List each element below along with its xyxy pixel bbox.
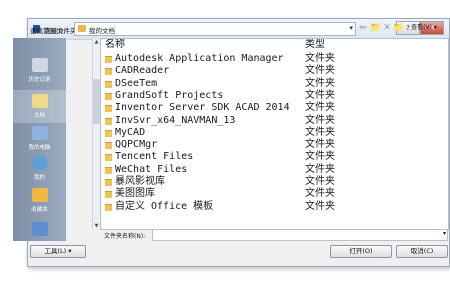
column-header-name[interactable]: 名称 xyxy=(105,39,125,51)
folder-icon xyxy=(105,56,112,63)
scroll-up-icon[interactable]: ▲ xyxy=(93,39,100,45)
list-item[interactable]: Autodesk Application Manager 文件夹 xyxy=(101,53,448,65)
places-scrollbar[interactable]: ▲ ▼ xyxy=(92,39,100,229)
list-item[interactable]: WeChat Files 文件夹 xyxy=(101,164,448,176)
filename-input[interactable]: ▾ xyxy=(152,229,448,241)
place-computer[interactable]: 我的电脑 xyxy=(13,126,66,151)
file-name: GrandSoft Projects xyxy=(115,89,224,101)
network-icon xyxy=(31,156,48,170)
history-icon xyxy=(31,58,48,72)
lookin-label: 查找范围(I): xyxy=(30,27,66,35)
new-folder-button[interactable]: 📁 xyxy=(393,22,404,34)
lookin-value: 我的文档 xyxy=(89,27,115,35)
list-item[interactable]: 美图图库 文件夹 xyxy=(101,188,448,200)
places-bar: 历史记录 文档 我的电脑 我的 收藏夹 xyxy=(13,38,66,241)
list-item[interactable]: Tencent Files 文件夹 xyxy=(101,151,448,163)
file-name: Inventor Server SDK ACAD 2014 xyxy=(115,102,290,114)
file-name: Tencent Files xyxy=(115,151,194,163)
folder-icon xyxy=(105,166,112,174)
chevron-down-icon: ▾ xyxy=(349,24,353,32)
up-folder-button[interactable]: 📁 xyxy=(370,22,381,34)
folder-icon xyxy=(105,142,112,150)
file-name: QQPCMgr xyxy=(115,139,158,151)
folder-icon xyxy=(105,105,112,113)
documents-icon xyxy=(31,94,48,108)
place-label: 我的 xyxy=(33,175,45,181)
folder-icon xyxy=(105,179,112,186)
place-documents[interactable]: 文档 xyxy=(13,90,66,123)
open-button[interactable]: 打开(O) xyxy=(330,245,392,258)
file-type: 文件夹 xyxy=(305,163,335,175)
cancel-button[interactable]: 取消(C) xyxy=(396,245,448,258)
folder-icon xyxy=(105,68,112,76)
file-name: DSeeTem xyxy=(115,77,158,89)
file-type: 文件夹 xyxy=(305,151,335,163)
file-name: Autodesk Application Manager xyxy=(115,53,284,64)
file-name: 暴风影视库 xyxy=(115,176,165,187)
list-item[interactable]: InvSvr_x64_NAVMAN_13 文件夹 xyxy=(101,115,448,127)
list-item[interactable]: CADReader 文件夹 xyxy=(101,65,448,77)
file-name: 自定义 Office 模板 xyxy=(115,200,214,212)
place-label: 历史记录 xyxy=(28,77,51,83)
sort-arrow-icon: ^ xyxy=(297,38,302,44)
delete-button[interactable]: ✕ xyxy=(382,22,392,34)
file-list: 名称 ^ 类型 Autodesk Application Manager 文件夹 C… xyxy=(100,38,449,230)
list-item[interactable]: QQPCMgr 文件夹 xyxy=(101,139,448,151)
list-item[interactable]: MyCAD 文件夹 xyxy=(101,127,448,139)
desktop-icon xyxy=(31,222,48,236)
file-name: WeChat Files xyxy=(115,163,188,175)
lookin-dropdown[interactable]: 我的文档 ▾ xyxy=(74,22,356,36)
column-header-type[interactable]: 类型 xyxy=(305,39,325,51)
views-button[interactable]: 查看(V) ▾ xyxy=(404,22,444,34)
favorites-icon xyxy=(31,188,48,202)
file-type: 文件夹 xyxy=(305,53,335,64)
chevron-down-icon: ▾ xyxy=(442,230,446,237)
file-type: 文件夹 xyxy=(305,65,335,77)
back-button[interactable]: ⇦ xyxy=(357,22,369,34)
filename-label: 文件夹名称(N): xyxy=(104,233,146,240)
file-type: 文件夹 xyxy=(305,139,335,151)
folder-icon xyxy=(105,191,112,199)
list-item[interactable]: Inventor Server SDK ACAD 2014 文件夹 xyxy=(101,102,448,114)
place-network[interactable]: 我的 xyxy=(13,156,66,181)
place-history[interactable]: 历史记录 xyxy=(13,58,66,83)
folder-icon xyxy=(78,25,86,32)
file-type: 文件夹 xyxy=(305,176,335,187)
file-type: 文件夹 xyxy=(305,200,335,212)
list-item[interactable]: 暴风影视库 文件夹 xyxy=(101,176,448,188)
file-type: 文件夹 xyxy=(305,77,335,89)
file-name: CADReader xyxy=(115,65,170,77)
file-name: 美图图库 xyxy=(115,188,155,200)
file-type: 文件夹 xyxy=(305,126,335,138)
place-label: 我的电脑 xyxy=(28,145,51,151)
place-label: 文档 xyxy=(33,113,45,119)
folder-icon xyxy=(105,92,112,100)
folder-icon xyxy=(105,203,112,211)
file-type: 文件夹 xyxy=(305,188,335,200)
scroll-down-icon[interactable]: ▼ xyxy=(93,223,100,229)
folder-icon xyxy=(105,154,112,162)
scroll-thumb[interactable] xyxy=(93,79,100,124)
list-item[interactable]: DSeeTem 文件夹 xyxy=(101,78,448,90)
list-item[interactable]: GrandSoft Projects 文件夹 xyxy=(101,90,448,102)
tools-label: 工具(L) xyxy=(44,247,67,255)
place-favorites[interactable]: 收藏夹 xyxy=(13,188,66,213)
file-name: MyCAD xyxy=(115,126,146,138)
file-type: 文件夹 xyxy=(305,114,335,126)
place-desktop[interactable] xyxy=(13,222,66,239)
list-item[interactable]: 自定义 Office 模板 文件夹 xyxy=(101,201,448,213)
folder-icon xyxy=(105,80,112,88)
place-label: 收藏夹 xyxy=(31,207,48,213)
file-type: 文件夹 xyxy=(305,89,335,101)
computer-icon xyxy=(31,126,48,140)
tools-button[interactable]: 工具(L) ▾ xyxy=(30,245,86,258)
folder-icon xyxy=(105,117,112,125)
views-label: 查看(V) xyxy=(411,24,432,31)
folder-icon xyxy=(105,129,112,137)
file-type: 文件夹 xyxy=(305,102,335,114)
file-name: InvSvr_x64_NAVMAN_13 xyxy=(115,114,236,126)
